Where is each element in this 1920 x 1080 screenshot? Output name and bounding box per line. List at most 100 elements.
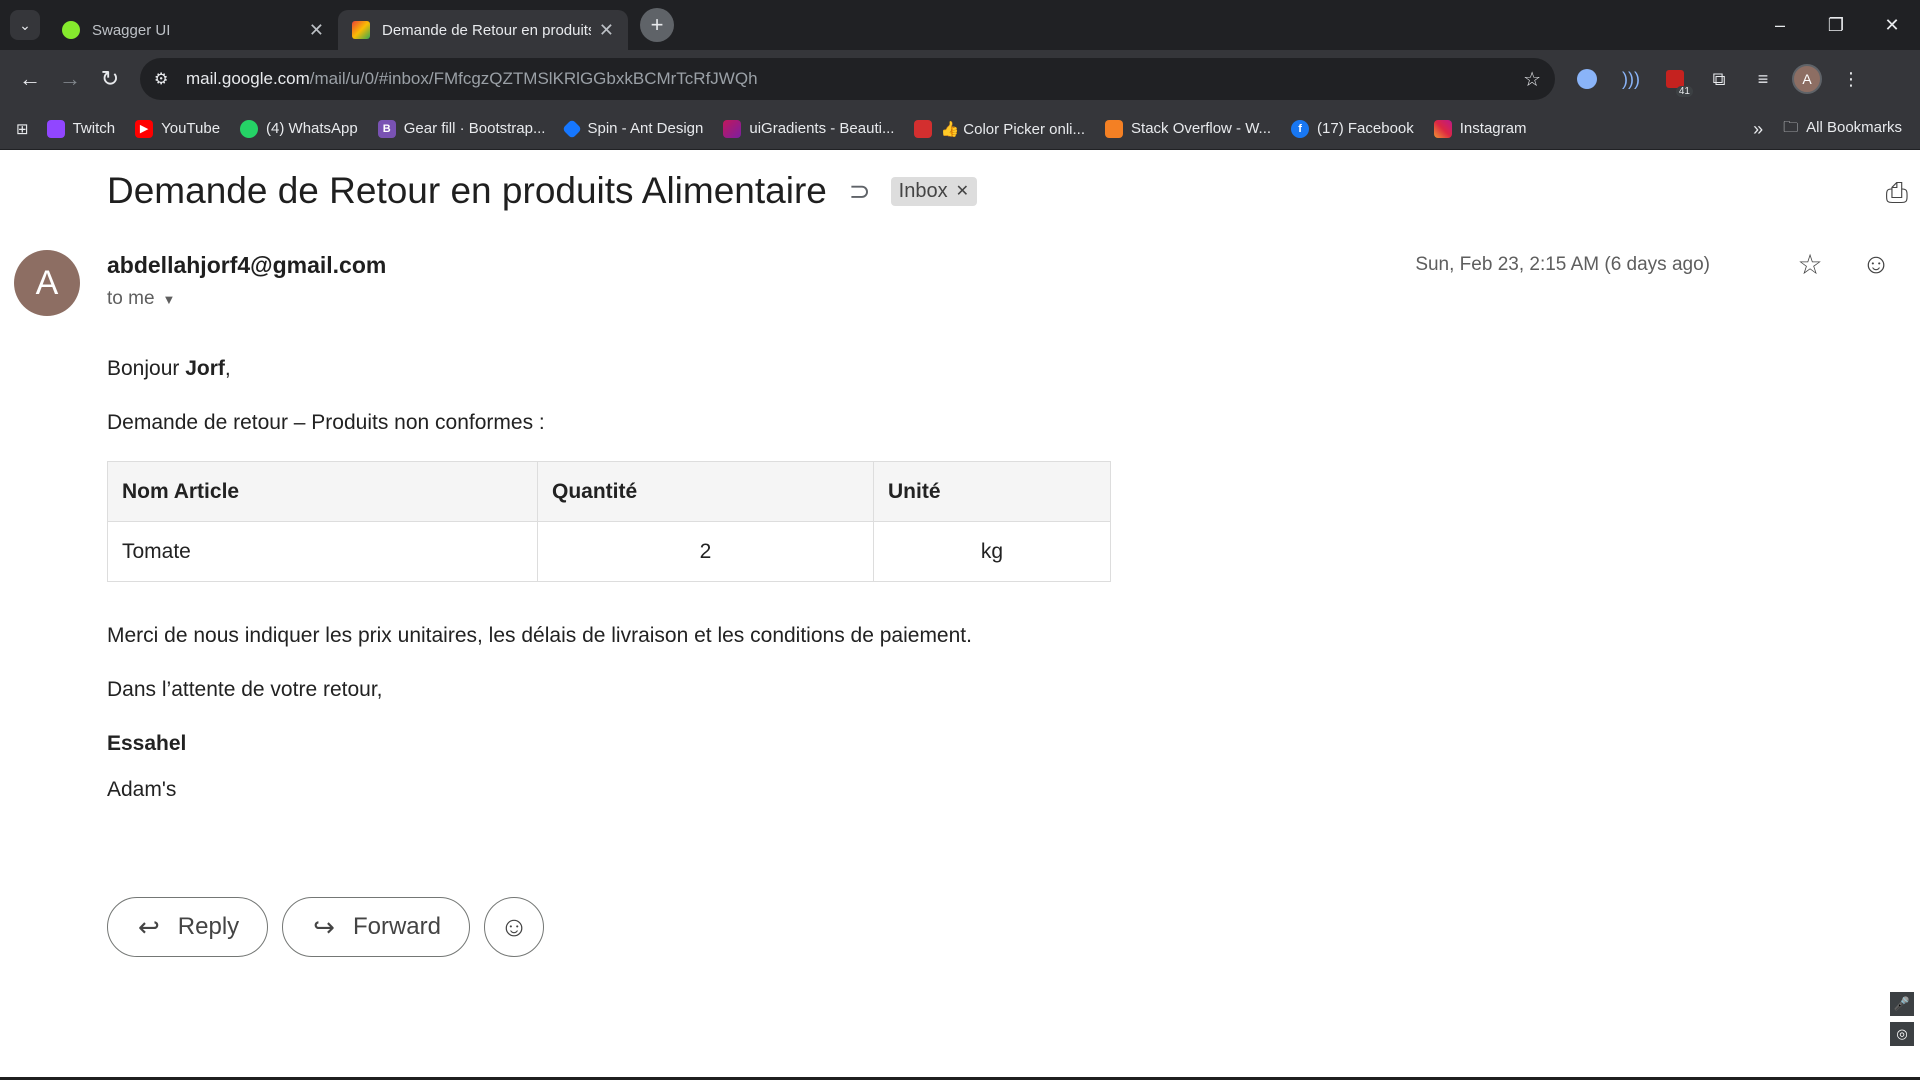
emoji-reaction-icon[interactable]: ☺ <box>1856 248 1896 280</box>
table-header-row: Nom Article Quantité Unité <box>107 461 1111 522</box>
greeting-suffix: , <box>224 357 231 380</box>
twitch-icon <box>46 119 65 138</box>
forward-button[interactable]: ↪ Forward <box>282 897 470 957</box>
bookmark-label: Spin - Ant Design <box>587 120 704 137</box>
caret-down-icon[interactable]: ▼ <box>163 292 176 307</box>
importance-marker-icon[interactable]: ⊃ <box>849 176 871 207</box>
bookmark-twitch[interactable]: Twitch <box>46 119 116 138</box>
media-control-icon[interactable]: ≡ <box>1741 59 1785 99</box>
bookmark-whatsapp[interactable]: (4) WhatsApp <box>240 119 358 138</box>
chevron-down-icon: ⌄ <box>19 16 31 33</box>
recipient-details[interactable]: to me ▼ <box>107 288 175 310</box>
bookmark-label: Twitch <box>72 120 116 137</box>
close-window-icon[interactable]: ✕ <box>1864 0 1920 50</box>
url-path: /mail/u/0/#inbox/FMfcgzQZTMSlKRlGGbxkBCM… <box>309 69 758 88</box>
wifi-extension-icon[interactable]: ))) <box>1609 59 1653 99</box>
tab-swagger[interactable]: Swagger UI ✕ <box>48 10 338 50</box>
address-bar[interactable]: ⚙ mail.google.com/mail/u/0/#inbox/FMfcgz… <box>140 58 1555 100</box>
signature-name-text: Essahel <box>107 732 187 755</box>
site-info-icon[interactable]: ⚙ <box>154 69 180 89</box>
bookmark-bootstrap[interactable]: B Gear fill · Bootstrap... <box>377 119 546 138</box>
new-tab-button[interactable]: + <box>640 8 674 42</box>
all-bookmarks-folder[interactable]: 🗀 All Bookmarks <box>1783 117 1902 142</box>
profile-initial: A <box>1792 64 1822 94</box>
minimize-icon[interactable]: – <box>1752 0 1808 50</box>
table-cell: Tomate <box>107 521 538 582</box>
label-text: Inbox <box>898 179 948 202</box>
back-icon[interactable]: ← <box>10 59 50 99</box>
star-icon[interactable]: ☆ <box>1790 248 1830 281</box>
table-row: Tomate 2 kg <box>107 521 1111 582</box>
tab-search-button[interactable]: ⌄ <box>10 10 40 40</box>
facebook-icon: f <box>1291 119 1310 138</box>
bookmark-stackoverflow[interactable]: Stack Overflow - W... <box>1105 119 1272 138</box>
reply-button[interactable]: ↩ Reply <box>107 897 269 957</box>
remove-label-icon[interactable]: ✕ <box>956 181 969 201</box>
table-cell: kg <box>873 521 1111 582</box>
sender-email[interactable]: abdellahjorf4@gmail.com <box>107 252 386 279</box>
reload-icon[interactable]: ↻ <box>90 59 130 99</box>
column-header: Unité <box>873 461 1111 522</box>
recipient-label: to me <box>107 288 155 309</box>
forward-icon[interactable]: → <box>50 59 90 99</box>
bookmark-label: Instagram <box>1459 120 1527 137</box>
more-bookmarks-icon[interactable]: » <box>1753 119 1763 140</box>
emoji-button[interactable]: ☺ <box>483 897 544 957</box>
bookmark-colorpicker[interactable]: 👍 Color Picker onli... <box>914 119 1086 138</box>
extensions-puzzle-icon[interactable]: ⧉ <box>1697 59 1741 99</box>
bookmark-antdesign[interactable]: Spin - Ant Design <box>562 118 704 139</box>
target-icon[interactable]: ◎ <box>1890 1022 1914 1046</box>
forward-label: Forward <box>352 913 441 940</box>
all-bookmarks-label: All Bookmarks <box>1806 118 1902 136</box>
bookmark-facebook[interactable]: f (17) Facebook <box>1291 119 1414 138</box>
bookmark-label: Gear fill · Bootstrap... <box>403 120 546 137</box>
apps-grid-icon[interactable]: ⊞ <box>16 120 29 138</box>
bookmark-label: Stack Overflow - W... <box>1131 120 1272 137</box>
bookmark-instagram[interactable]: Instagram <box>1433 119 1527 138</box>
restore-icon[interactable]: ❐ <box>1808 0 1864 50</box>
reply-icon: ↩ <box>138 911 160 942</box>
lens-extension-icon[interactable] <box>1565 59 1609 99</box>
stackoverflow-icon <box>1105 119 1124 138</box>
email-actions: ↩ Reply ↪ Forward ☺ <box>107 897 544 957</box>
print-icon[interactable]: ⎙ <box>1886 177 1908 210</box>
email-subject: Demande de Retour en produits Alimentair… <box>107 170 827 211</box>
reply-label: Reply <box>177 913 240 940</box>
bookmark-label: (4) WhatsApp <box>266 120 358 137</box>
greeting-prefix: Bonjour <box>107 357 186 380</box>
bookmark-label: 👍 Color Picker onli... <box>940 120 1086 138</box>
uigradients-icon <box>723 119 742 138</box>
bookmark-label: YouTube <box>161 120 221 137</box>
emoji-icon: ☺ <box>499 911 529 942</box>
url-host: mail.google.com <box>186 69 310 88</box>
url-text[interactable]: mail.google.com/mail/u/0/#inbox/FMfcgzQZ… <box>186 69 1523 89</box>
tab-title: Demande de Retour en produits Alimentair… <box>382 21 591 39</box>
tab-gmail[interactable]: Demande de Retour en produits Alimentair… <box>338 10 628 50</box>
window-controls: – ❐ ✕ <box>1752 0 1920 50</box>
bookmarks-right: » 🗀 All Bookmarks <box>1753 108 1902 150</box>
ant-design-icon <box>562 118 583 139</box>
extension-badge-icon[interactable]: 41 <box>1653 59 1697 99</box>
greeting-name: Jorf <box>185 357 225 380</box>
close-tab-icon[interactable]: ✕ <box>309 20 324 41</box>
extension-badge-count: 41 <box>1675 86 1693 97</box>
signature-company: Adam's <box>107 778 177 801</box>
browser-toolbar: ← → ↻ ⚙ mail.google.com/mail/u/0/#inbox/… <box>0 50 1920 108</box>
microphone-icon[interactable]: 🎤 <box>1890 992 1914 1016</box>
close-tab-icon[interactable]: ✕ <box>599 20 614 41</box>
closing-text: Dans l’attente de votre retour, <box>107 678 383 701</box>
profile-avatar[interactable]: A <box>1785 59 1829 99</box>
youtube-icon: ▶ <box>135 119 154 138</box>
bookmark-youtube[interactable]: ▶ YouTube <box>135 119 221 138</box>
folder-icon: 🗀 <box>1783 118 1799 136</box>
tab-title: Swagger UI <box>92 21 171 39</box>
bookmark-label: uiGradients - Beauti... <box>749 120 895 137</box>
bookmark-star-icon[interactable]: ☆ <box>1523 67 1541 92</box>
bookmarks-bar: ⊞ Twitch ▶ YouTube (4) WhatsApp B Gear fil… <box>0 108 1920 150</box>
email-date: Sun, Feb 23, 2:15 AM (6 days ago) <box>1415 254 1710 275</box>
bookmark-uigradients[interactable]: uiGradients - Beauti... <box>723 119 895 138</box>
browser-menu-icon[interactable]: ⋮ <box>1829 59 1873 99</box>
tab-strip: ⌄ Swagger UI ✕ Demande de Retour en prod… <box>0 0 1920 50</box>
column-header: Quantité <box>537 461 874 522</box>
subject-row: Demande de Retour en produits Alimentair… <box>107 170 977 212</box>
